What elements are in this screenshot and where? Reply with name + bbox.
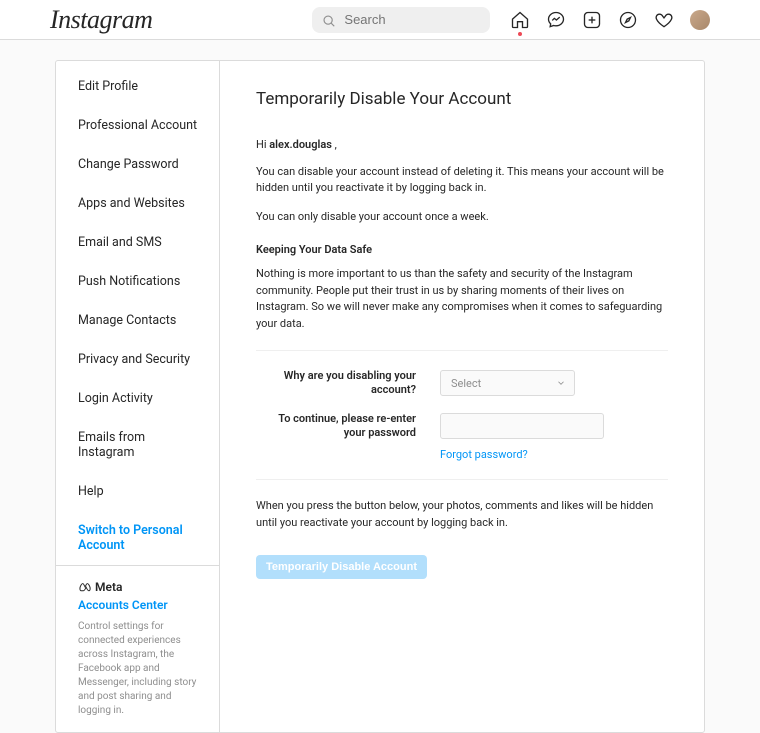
activity-icon[interactable] <box>654 10 674 30</box>
forgot-password-link[interactable]: Forgot password? <box>440 448 528 461</box>
settings-card: Edit Profile Professional Account Change… <box>55 60 705 733</box>
search-wrap <box>312 7 490 33</box>
top-nav: Instagram <box>0 0 760 40</box>
nav-icons <box>510 10 710 30</box>
why-select-value: Select <box>451 377 481 390</box>
meta-logo: Meta <box>78 580 201 594</box>
sidebar-item-login-activity[interactable]: Login Activity <box>56 379 219 418</box>
sidebar-item-edit-profile[interactable]: Edit Profile <box>56 61 219 106</box>
meta-brand-text: Meta <box>95 580 122 594</box>
temporarily-disable-button[interactable]: Temporarily Disable Account <box>256 555 427 579</box>
avatar[interactable] <box>690 10 710 30</box>
explore-icon[interactable] <box>618 10 638 30</box>
sidebar-item-help[interactable]: Help <box>56 472 219 511</box>
greeting: Hi alex.douglas , <box>256 137 668 154</box>
home-icon[interactable] <box>510 10 530 30</box>
greeting-prefix: Hi <box>256 138 269 151</box>
sidebar-item-manage-contacts[interactable]: Manage Contacts <box>56 301 219 340</box>
messenger-icon[interactable] <box>546 10 566 30</box>
password-label: To continue, please re-enter your passwo… <box>256 412 416 441</box>
intro-paragraph-1: You can disable your account instead of … <box>256 164 668 197</box>
accounts-center-link[interactable]: Accounts Center <box>78 598 201 612</box>
why-label: Why are you disabling your account? <box>256 369 416 398</box>
sidebar-meta-section: Meta Accounts Center Control settings fo… <box>56 565 219 732</box>
divider <box>256 350 668 351</box>
paragraph-data-safe: Nothing is more important to us than the… <box>256 266 668 332</box>
meta-icon <box>78 581 91 594</box>
forgot-row: Forgot password? <box>256 448 668 461</box>
sidebar-item-switch-personal[interactable]: Switch to Personal Account <box>56 511 219 565</box>
why-row: Why are you disabling your account? Sele… <box>256 369 668 398</box>
password-input[interactable] <box>440 413 604 439</box>
greeting-username: alex.douglas <box>269 138 332 151</box>
search-icon <box>322 13 336 27</box>
sidebar: Edit Profile Professional Account Change… <box>56 61 220 732</box>
search-input[interactable] <box>312 7 490 33</box>
sidebar-item-apps-websites[interactable]: Apps and Websites <box>56 184 219 223</box>
notification-dot <box>518 32 522 36</box>
password-row: To continue, please re-enter your passwo… <box>256 412 668 441</box>
why-select[interactable]: Select <box>440 370 575 396</box>
divider-2 <box>256 479 668 480</box>
intro-paragraph-2: You can only disable your account once a… <box>256 209 668 226</box>
chevron-down-icon <box>556 378 566 388</box>
meta-description: Control settings for connected experienc… <box>78 620 201 718</box>
sidebar-item-emails-instagram[interactable]: Emails from Instagram <box>56 418 219 472</box>
paragraph-final: When you press the button below, your ph… <box>256 498 668 531</box>
instagram-logo[interactable]: Instagram <box>50 5 152 35</box>
sidebar-item-professional-account[interactable]: Professional Account <box>56 106 219 145</box>
content: Temporarily Disable Your Account Hi alex… <box>220 61 704 732</box>
sidebar-item-privacy-security[interactable]: Privacy and Security <box>56 340 219 379</box>
new-post-icon[interactable] <box>582 10 602 30</box>
sidebar-item-push-notifications[interactable]: Push Notifications <box>56 262 219 301</box>
greeting-suffix: , <box>332 138 337 151</box>
sidebar-item-email-sms[interactable]: Email and SMS <box>56 223 219 262</box>
page-title: Temporarily Disable Your Account <box>256 89 668 109</box>
subheading-data-safe: Keeping Your Data Safe <box>256 243 668 256</box>
sidebar-item-change-password[interactable]: Change Password <box>56 145 219 184</box>
